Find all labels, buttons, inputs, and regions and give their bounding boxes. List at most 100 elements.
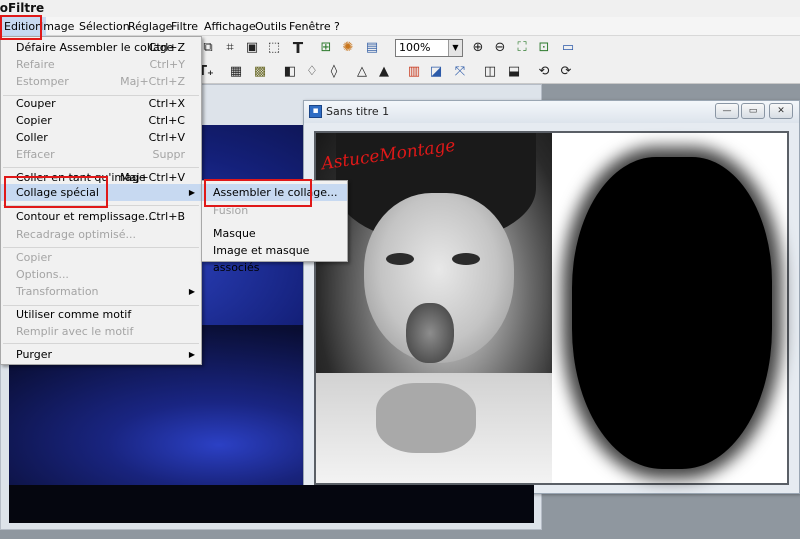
- menu-item-optimized-crop[interactable]: Recadrage optimisé...: [1, 226, 201, 243]
- menu-item-label: Contour et remplissage...: [16, 210, 156, 223]
- text-tool-icon[interactable]: T: [290, 40, 306, 56]
- menu-item-fade[interactable]: Estomper Maj+Ctrl+Z: [1, 73, 201, 90]
- resize-icon[interactable]: ▣: [244, 40, 260, 56]
- menu-item-shortcut: Ctrl+V: [148, 131, 185, 144]
- photo-rose: [406, 303, 454, 363]
- chevron-down-icon[interactable]: ▼: [448, 40, 462, 56]
- mosaic-icon[interactable]: ▩: [252, 64, 268, 80]
- menu-separator: [3, 167, 199, 168]
- invert-icon[interactable]: ◧: [282, 64, 298, 80]
- edition-menu: Défaire Assembler le collage Ctrl+Z Refa…: [0, 36, 202, 365]
- fit-window-icon[interactable]: ⛶: [514, 40, 530, 56]
- submenu-item-image-and-mask[interactable]: Image et masque associés: [202, 242, 347, 274]
- minimize-button[interactable]: —: [715, 103, 739, 119]
- plugin-icon[interactable]: ✺: [340, 40, 356, 56]
- menu-item-label: Recadrage optimisé...: [16, 228, 137, 241]
- menu-item-label: Refaire: [16, 58, 55, 71]
- menu-item-fill-with-pattern[interactable]: Remplir avec le motif: [1, 323, 201, 340]
- zoom-out-icon[interactable]: ⊖: [492, 40, 508, 56]
- menu-item-label: Coller: [16, 131, 48, 144]
- menu-item-copy[interactable]: Copier Ctrl+C: [1, 112, 201, 129]
- document-title: Sans titre 1: [326, 105, 390, 118]
- menu-item-undo[interactable]: Défaire Assembler le collage Ctrl+Z: [1, 39, 201, 56]
- document-canvas[interactable]: AstuceMontage: [314, 131, 789, 485]
- menu-fenetre[interactable]: Fenêtre: [285, 17, 335, 36]
- fullscreen-icon[interactable]: ▭: [560, 40, 576, 56]
- menu-separator: [3, 205, 199, 206]
- toolbar-main: ⧉ ⌗ ▣ ⬚ T ⊞ ✺ ▤ 100% ▼ ⊕ ⊖ ⛶ ⊡ ▭: [190, 36, 800, 60]
- menu-help[interactable]: ?: [330, 17, 344, 36]
- rotate-left-icon[interactable]: ⟲: [536, 64, 552, 80]
- black-mask-shape: [572, 157, 772, 469]
- menu-item-use-as-pattern[interactable]: Utiliser comme motif: [1, 306, 201, 323]
- actual-size-icon[interactable]: ⊡: [536, 40, 552, 56]
- photo-eye-left: [386, 253, 414, 265]
- menu-item-delete[interactable]: Effacer Suppr: [1, 146, 201, 163]
- selection-icon[interactable]: ⬚: [266, 40, 282, 56]
- submenu-item-mask[interactable]: Masque: [202, 225, 347, 242]
- menu-item-label: Estomper: [16, 75, 69, 88]
- menu-item-shortcut: Ctrl+X: [148, 97, 185, 110]
- layers-icon[interactable]: ⊞: [318, 40, 334, 56]
- maximize-button[interactable]: ▭: [741, 103, 765, 119]
- menu-item-shortcut: Ctrl+B: [148, 210, 185, 223]
- copy-icon[interactable]: ⧉: [200, 40, 216, 56]
- menu-bar: Edition Image Sélection Réglage Filtre A…: [0, 17, 800, 36]
- photo-hand: [376, 383, 476, 453]
- document-titlebar[interactable]: ▪ Sans titre 1 — ▭ ✕: [304, 101, 799, 123]
- flip-vertical-icon[interactable]: ⬓: [506, 64, 522, 80]
- menu-item-shortcut: Maj+Ctrl+Z: [120, 75, 185, 88]
- menu-filtre[interactable]: Filtre: [167, 17, 202, 36]
- triangle-icon[interactable]: △: [354, 64, 370, 80]
- menu-item-redo[interactable]: Refaire Ctrl+Y: [1, 56, 201, 73]
- flip-horizontal-icon[interactable]: ◫: [482, 64, 498, 80]
- photo-eye-right: [452, 253, 480, 265]
- menu-item-shortcut: Ctrl+Z: [148, 41, 185, 54]
- zoom-select[interactable]: 100% ▼: [395, 39, 463, 57]
- crop-icon[interactable]: ⌗: [222, 40, 238, 56]
- rotate-right-icon[interactable]: ⟳: [558, 64, 574, 80]
- hue-icon[interactable]: ◪: [428, 64, 444, 80]
- grid-icon[interactable]: ▦: [228, 64, 244, 80]
- menu-item-paste[interactable]: Coller Ctrl+V: [1, 129, 201, 146]
- submenu-item-fusion[interactable]: Fusion: [202, 202, 347, 219]
- transform-icon[interactable]: ⤧: [452, 64, 468, 80]
- zoom-in-icon[interactable]: ⊕: [470, 40, 486, 56]
- menu-item-label: Purger: [16, 348, 53, 361]
- collage-special-submenu: Assembler le collage... Fusion Masque Im…: [201, 180, 348, 274]
- document-window[interactable]: ▪ Sans titre 1 — ▭ ✕ AstuceMontage: [303, 100, 800, 494]
- menu-item-cut[interactable]: Couper Ctrl+X: [1, 95, 201, 112]
- sharpen-icon[interactable]: ◊: [326, 64, 342, 80]
- menu-item-label: Copier: [16, 114, 52, 127]
- app-title-bar: toFiltre: [0, 0, 800, 17]
- photo-girl-with-rose: AstuceMontage: [316, 133, 552, 483]
- menu-image[interactable]: Image: [36, 17, 78, 36]
- color-balance-icon[interactable]: ▥: [406, 64, 422, 80]
- contrast-icon[interactable]: ▲: [376, 64, 392, 80]
- menu-separator: [3, 343, 199, 344]
- menu-item-label: Transformation: [16, 285, 99, 298]
- menu-item-options[interactable]: Options...: [1, 266, 201, 283]
- menu-item-label: Effacer: [16, 148, 55, 161]
- menu-item-copy-disabled[interactable]: Copier: [1, 249, 201, 266]
- menu-item-shortcut: Suppr: [152, 148, 185, 161]
- menu-item-label: Couper: [16, 97, 56, 110]
- close-button[interactable]: ✕: [769, 103, 793, 119]
- menu-item-label: Copier: [16, 251, 52, 264]
- app-title: toFiltre: [0, 1, 45, 15]
- chevron-right-icon: ▶: [188, 188, 195, 197]
- chevron-right-icon: ▶: [188, 350, 195, 359]
- menu-item-purge[interactable]: Purger ▶: [1, 346, 201, 363]
- document-icon: ▪: [309, 105, 322, 118]
- menu-item-transformation[interactable]: Transformation ▶: [1, 283, 201, 300]
- menu-item-shortcut: Ctrl+C: [148, 114, 185, 127]
- menu-item-label: Utiliser comme motif: [16, 308, 132, 321]
- menu-item-collage-special[interactable]: Collage spécial ▶: [1, 184, 201, 201]
- window-icon[interactable]: ▤: [364, 40, 380, 56]
- menu-separator: [3, 247, 199, 248]
- menu-item-label: Remplir avec le motif: [16, 325, 134, 338]
- menu-item-label: Options...: [16, 268, 69, 281]
- submenu-item-assemble-collage[interactable]: Assembler le collage...: [202, 184, 347, 201]
- drop-icon[interactable]: ♢: [304, 64, 320, 80]
- menu-item-stroke-fill[interactable]: Contour et remplissage... Ctrl+B: [1, 208, 201, 225]
